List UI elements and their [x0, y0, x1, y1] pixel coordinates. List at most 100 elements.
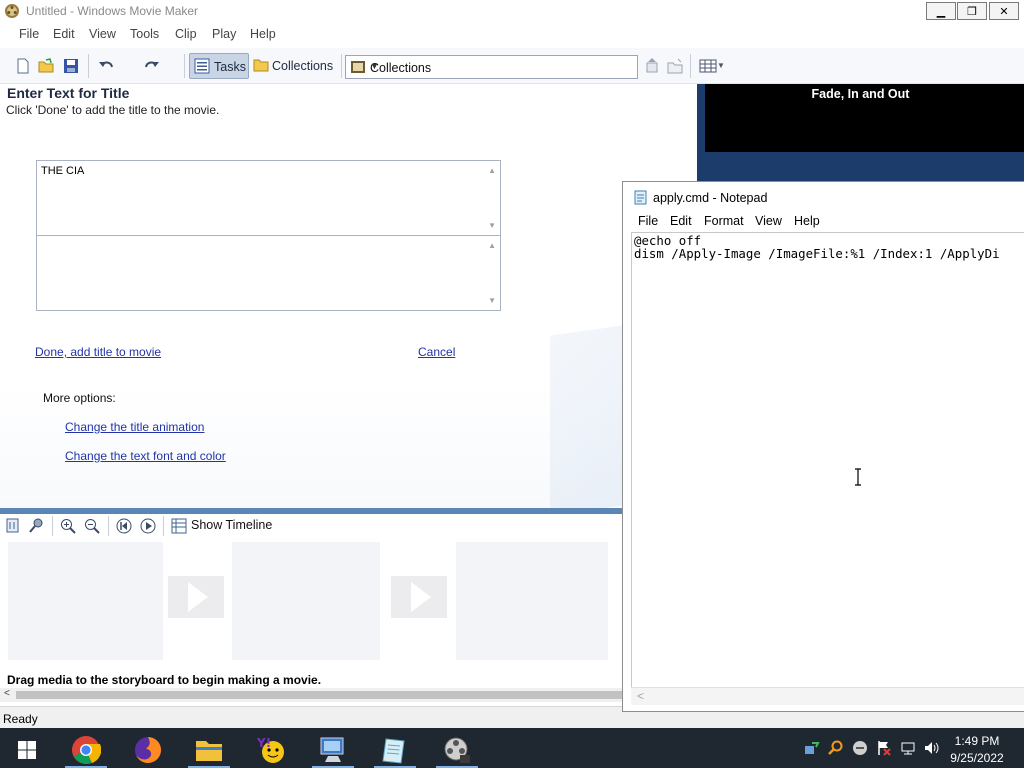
taskbar-file-explorer[interactable] — [186, 732, 232, 768]
notepad-app-icon[interactable] — [633, 190, 648, 205]
views-icon[interactable] — [699, 57, 717, 75]
notepad-menu-view[interactable]: View — [755, 214, 782, 228]
start-button[interactable] — [4, 732, 50, 768]
new-collection-folder-icon[interactable] — [666, 57, 684, 75]
show-timeline-icon[interactable] — [171, 518, 187, 534]
volume-icon[interactable] — [924, 740, 940, 756]
narrate-timeline-icon[interactable] — [28, 518, 44, 534]
network-icon[interactable] — [900, 740, 916, 756]
toolbar-separator — [341, 54, 342, 78]
effect-name-label: Fade, In and Out — [811, 87, 910, 101]
menu-bar: File Edit View Tools Clip Play Help — [0, 24, 1024, 44]
new-project-icon[interactable] — [14, 57, 32, 75]
taskbar-chrome[interactable] — [63, 732, 109, 768]
notepad-menu-file[interactable]: File — [638, 214, 658, 228]
minimize-button[interactable]: ▁ — [926, 2, 956, 20]
menu-play[interactable]: Play — [212, 27, 236, 41]
scroll-left-icon[interactable]: < — [4, 688, 10, 699]
taskbar: Y! 1:49 PM 9/25/2022 — [0, 728, 1024, 768]
movie-maker-app-icon[interactable] — [4, 3, 20, 19]
notepad-text-area[interactable]: @echo off dism /Apply-Image /ImageFile:%… — [631, 232, 1024, 687]
menu-tools[interactable]: Tools — [130, 27, 159, 41]
preview-monitor: Fade, In and Out — [697, 84, 1024, 184]
taskbar-clock[interactable]: 1:49 PM 9/25/2022 — [946, 733, 1008, 767]
storyboard-transition-slot[interactable] — [168, 576, 224, 618]
cancel-link[interactable]: Cancel — [418, 345, 455, 359]
action-center-flag-icon[interactable] — [876, 740, 892, 756]
zoom-out-icon[interactable] — [84, 518, 100, 534]
notepad-menu-format[interactable]: Format — [704, 214, 744, 228]
taskbar-yahoo-messenger[interactable]: Y! — [248, 732, 294, 768]
scroll-up-icon[interactable]: ▲ — [488, 241, 496, 250]
notepad-icon — [382, 738, 405, 764]
open-project-icon[interactable] — [37, 57, 55, 75]
scroll-down-icon[interactable]: ▼ — [488, 296, 496, 305]
svg-text:Y!: Y! — [256, 736, 271, 750]
show-timeline-button[interactable]: Show Timeline — [191, 518, 272, 532]
network-share-icon[interactable] — [804, 740, 820, 756]
change-text-font-link[interactable]: Change the text font and color — [65, 449, 226, 463]
storyboard-clip-slot[interactable] — [8, 542, 163, 660]
taskbar-movie-maker[interactable] — [434, 732, 480, 768]
notepad-menu-bar: File Edit Format View Help — [623, 210, 1024, 232]
search-tray-icon[interactable] — [828, 740, 844, 756]
toolbar-separator — [690, 54, 691, 78]
firefox-icon — [135, 737, 161, 763]
storyboard-scrollbar[interactable]: < — [0, 688, 624, 702]
play-storyboard-icon[interactable] — [140, 518, 156, 534]
storyboard-toolbar: Show Timeline — [0, 514, 624, 538]
menu-help[interactable]: Help — [250, 27, 276, 41]
collections-dropdown[interactable]: Collections ▼ — [345, 55, 638, 79]
collections-label: Collections — [272, 59, 334, 73]
toolbar-separator — [163, 516, 164, 536]
collections-folder-icon — [253, 59, 269, 72]
scroll-up-icon[interactable]: ▲ — [488, 166, 496, 175]
undo-icon[interactable] — [97, 57, 115, 75]
collection-up-icon[interactable] — [643, 57, 661, 75]
notepad-horizontal-scrollbar[interactable]: < — [631, 687, 1024, 705]
yahoo-messenger-icon: Y! — [256, 736, 284, 763]
views-dropdown-icon[interactable]: ▼ — [717, 61, 725, 70]
toolbar-separator — [88, 54, 89, 78]
scroll-down-icon[interactable]: ▼ — [488, 221, 496, 230]
subtitle-text-input[interactable]: ▲ ▼ — [36, 235, 501, 311]
restore-button[interactable]: ❐ — [957, 2, 987, 20]
toolbar-separator — [52, 516, 53, 536]
change-title-animation-link[interactable]: Change the title animation — [65, 420, 204, 434]
chrome-icon — [72, 736, 101, 765]
done-add-title-link[interactable]: Done, add title to movie — [35, 345, 161, 359]
restore-icon: ❐ — [967, 4, 977, 18]
save-project-icon[interactable] — [62, 57, 80, 75]
storyboard-area[interactable] — [0, 538, 624, 688]
chevron-down-icon: ▼ — [370, 61, 379, 71]
zoom-in-icon[interactable] — [60, 518, 76, 534]
redo-icon[interactable] — [143, 57, 161, 75]
title-text-input[interactable]: THE CIA ▲ ▼ — [36, 160, 501, 236]
close-icon: ✕ — [999, 4, 1009, 18]
movie-maker-titlebar: Untitled - Windows Movie Maker ▁ ❐ ✕ — [0, 0, 1024, 22]
notepad-menu-help[interactable]: Help — [794, 214, 820, 228]
menu-edit[interactable]: Edit — [53, 27, 75, 41]
rewind-storyboard-icon[interactable] — [116, 518, 132, 534]
taskbar-notepad[interactable] — [372, 732, 418, 768]
text-cursor-icon — [855, 468, 861, 486]
close-button[interactable]: ✕ — [989, 2, 1019, 20]
toolbar-separator — [184, 54, 185, 78]
storyboard-transition-slot[interactable] — [391, 576, 447, 618]
window-title: Untitled - Windows Movie Maker — [26, 4, 199, 18]
transition-arrow-icon — [411, 582, 431, 612]
notepad-menu-edit[interactable]: Edit — [670, 214, 692, 228]
scroll-left-icon[interactable]: < — [637, 689, 644, 703]
menu-view[interactable]: View — [89, 27, 116, 41]
tasks-button[interactable]: Tasks — [189, 53, 249, 79]
taskbar-computer[interactable] — [310, 732, 356, 768]
notepad-titlebar[interactable]: apply.cmd - Notepad — [623, 182, 1024, 208]
set-audio-levels-icon[interactable] — [6, 518, 19, 533]
scrollbar-thumb[interactable] — [16, 691, 622, 699]
messenger-status-icon[interactable] — [852, 740, 868, 756]
storyboard-clip-slot[interactable] — [456, 542, 608, 660]
menu-clip[interactable]: Clip — [175, 27, 197, 41]
taskbar-firefox[interactable] — [125, 732, 171, 768]
menu-file[interactable]: File — [19, 27, 39, 41]
storyboard-clip-slot[interactable] — [232, 542, 380, 660]
